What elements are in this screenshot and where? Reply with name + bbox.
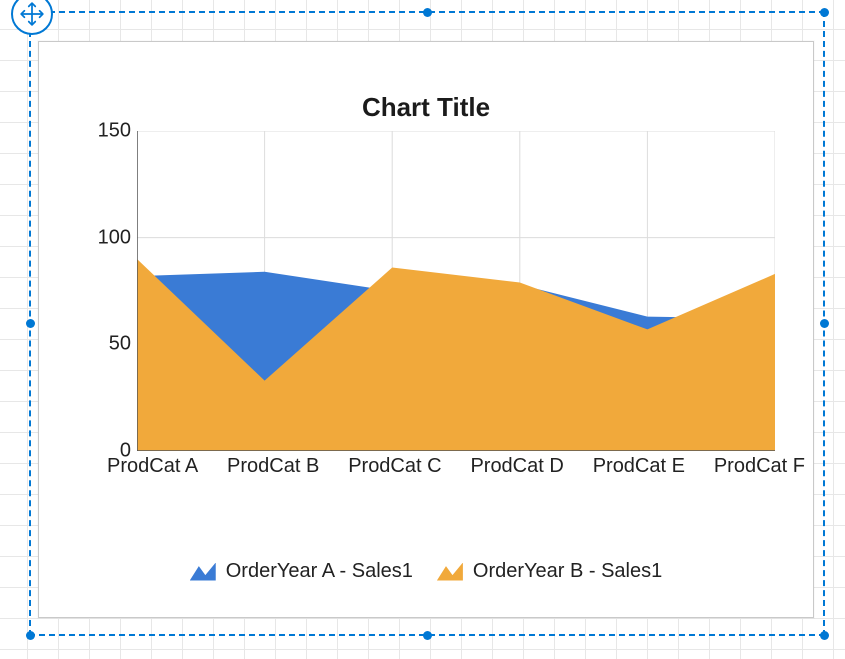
resize-handle-ne[interactable] <box>820 8 829 17</box>
resize-handle-s[interactable] <box>423 631 432 640</box>
resize-handle-se[interactable] <box>820 631 829 640</box>
resize-handle-n[interactable] <box>423 8 432 17</box>
resize-handle-sw[interactable] <box>26 631 35 640</box>
resize-handle-w[interactable] <box>26 319 35 328</box>
move-handle[interactable] <box>11 0 53 35</box>
move-arrows-icon <box>19 1 45 27</box>
selection-frame[interactable] <box>29 11 825 636</box>
resize-handle-e[interactable] <box>820 319 829 328</box>
